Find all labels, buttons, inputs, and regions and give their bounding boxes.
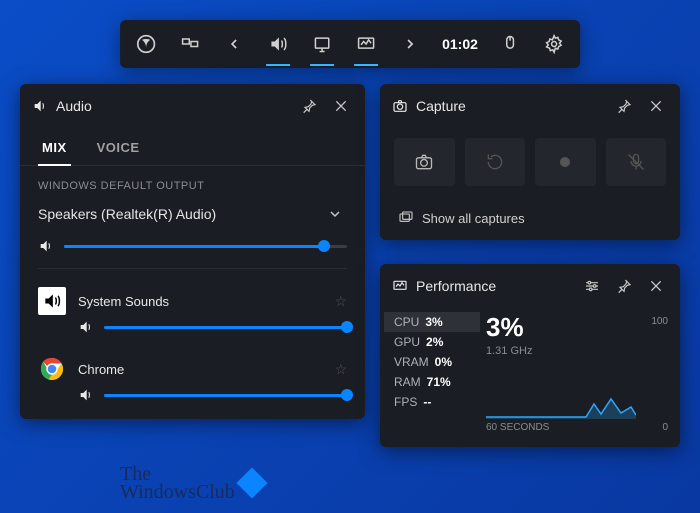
y-axis-min: 0 — [662, 422, 668, 433]
selected-metric-sub: 1.31 GHz — [486, 345, 668, 357]
metric-ram[interactable]: RAM71% — [384, 372, 480, 392]
tab-mix[interactable]: MIX — [38, 132, 71, 165]
master-volume-slider[interactable] — [64, 245, 347, 248]
metric-vram[interactable]: VRAM0% — [384, 352, 480, 372]
performance-toolbar-button[interactable] — [344, 24, 388, 64]
pin-icon[interactable] — [612, 94, 636, 118]
panel-title: Performance — [416, 278, 572, 294]
mic-off-button[interactable] — [606, 138, 667, 186]
watermark-logo-icon — [236, 467, 267, 498]
audio-tabs: MIX VOICE — [20, 128, 365, 166]
metric-chart: 3% 1.31 GHz 100 0 60 SECONDS — [480, 312, 680, 439]
mouse-icon[interactable] — [488, 24, 532, 64]
gallery-icon — [398, 210, 414, 226]
close-icon[interactable] — [644, 274, 668, 298]
close-icon[interactable] — [329, 94, 353, 118]
watermark: The WindowsClub — [120, 465, 263, 501]
system-sounds-icon — [38, 287, 66, 315]
metric-cpu[interactable]: CPU3% — [384, 312, 480, 332]
capture-panel: Capture Show all captures — [380, 84, 680, 240]
speaker-icon — [32, 98, 48, 114]
record-button[interactable] — [535, 138, 596, 186]
elapsed-time: 01:02 — [432, 36, 488, 52]
app-name: System Sounds — [78, 294, 322, 309]
performance-panel: Performance CPU3% GPU2% VRAM0% RAM71% FP… — [380, 264, 680, 447]
app-row-chrome: Chrome ☆ — [20, 345, 365, 385]
app-volume-slider[interactable] — [104, 326, 347, 329]
audio-toolbar-button[interactable] — [256, 24, 300, 64]
divider — [38, 268, 347, 269]
tab-voice[interactable]: VOICE — [93, 132, 144, 165]
game-bar-toolbar: 01:02 — [120, 20, 580, 68]
metric-gpu[interactable]: GPU2% — [384, 332, 480, 352]
prev-button[interactable] — [212, 24, 256, 64]
volume-icon[interactable] — [78, 387, 94, 403]
metric-list: CPU3% GPU2% VRAM0% RAM71% FPS-- — [380, 312, 480, 439]
options-icon[interactable] — [580, 274, 604, 298]
xbox-icon[interactable] — [124, 24, 168, 64]
favorite-star-icon[interactable]: ☆ — [334, 293, 347, 310]
metric-fps[interactable]: FPS-- — [384, 392, 480, 412]
volume-icon[interactable] — [38, 238, 54, 254]
next-button[interactable] — [388, 24, 432, 64]
performance-icon — [392, 278, 408, 294]
pin-icon[interactable] — [297, 94, 321, 118]
output-section-label: WINDOWS DEFAULT OUTPUT — [20, 166, 365, 198]
audio-panel: Audio MIX VOICE WINDOWS DEFAULT OUTPUT S… — [20, 84, 365, 419]
favorite-star-icon[interactable]: ☆ — [334, 361, 347, 378]
show-all-captures-link[interactable]: Show all captures — [380, 200, 680, 240]
camera-icon — [392, 98, 408, 114]
screenshot-button[interactable] — [394, 138, 455, 186]
pin-icon[interactable] — [612, 274, 636, 298]
y-axis-max: 100 — [651, 316, 668, 327]
panel-title: Capture — [416, 98, 604, 114]
record-last-button[interactable] — [465, 138, 526, 186]
settings-icon[interactable] — [532, 24, 576, 64]
panel-title: Audio — [56, 98, 289, 114]
output-device-name: Speakers (Realtek(R) Audio) — [38, 206, 323, 222]
widgets-icon[interactable] — [168, 24, 212, 64]
app-row-system-sounds: System Sounds ☆ — [20, 277, 365, 317]
chrome-icon — [38, 355, 66, 383]
sparkline — [486, 379, 636, 419]
x-axis-label: 60 SECONDS — [486, 422, 549, 433]
chevron-down-icon[interactable] — [323, 202, 347, 226]
show-all-label: Show all captures — [422, 211, 525, 226]
app-name: Chrome — [78, 362, 322, 377]
close-icon[interactable] — [644, 94, 668, 118]
selected-metric-value: 3% — [486, 312, 668, 343]
app-volume-slider[interactable] — [104, 394, 347, 397]
volume-icon[interactable] — [78, 319, 94, 335]
capture-toolbar-button[interactable] — [300, 24, 344, 64]
